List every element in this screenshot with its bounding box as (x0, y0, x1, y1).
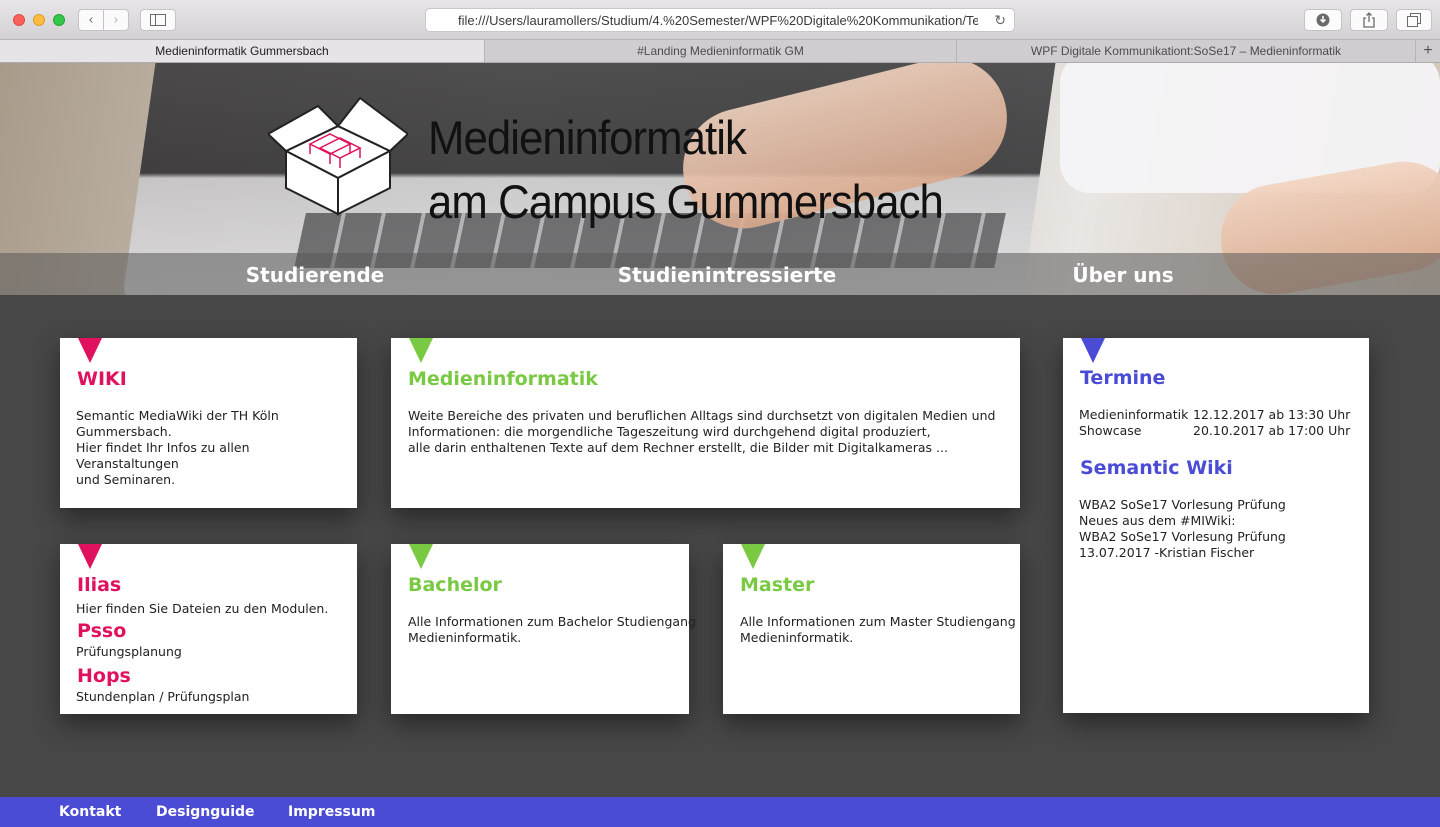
termine-row[interactable]: Showcase 20.10.2017 ab 17:00 Uhr (1079, 423, 1350, 439)
card-text-line: Neues aus dem #MIWiki: (1079, 513, 1236, 528)
sidebar-icon (150, 14, 166, 26)
box-logo-icon (268, 96, 408, 216)
card-marker-icon (78, 544, 102, 569)
tab-bar: Medieninformatik Gummersbach #Landing Me… (0, 40, 1440, 63)
site-title-line1: Medieninformatik (428, 111, 747, 164)
minimize-window-button[interactable] (33, 14, 45, 26)
psso-title[interactable]: Psso (77, 620, 126, 642)
tab-landing[interactable]: #Landing Medieninformatik GM (485, 40, 957, 62)
psso-text: Prüfungsplanung (76, 644, 182, 659)
card-marker-icon (409, 544, 433, 569)
nav-studienintressierte[interactable]: Studienintressierte (618, 263, 836, 287)
hops-title[interactable]: Hops (77, 665, 131, 687)
card-marker-icon (741, 544, 765, 569)
url-text: file:///Users/lauramollers/Studium/4.%20… (458, 12, 978, 28)
card-text-line: Weite Bereiche des privaten und beruflic… (408, 408, 996, 423)
zoom-window-button[interactable] (53, 14, 65, 26)
new-tab-button[interactable]: + (1416, 40, 1440, 62)
termine-name: Medieninformatik (1079, 407, 1189, 422)
card-title: Ilias (77, 574, 122, 596)
address-bar[interactable]: file:///Users/lauramollers/Studium/4.%20… (425, 8, 1015, 32)
site-title-line2: am Campus Gummersbach (428, 175, 944, 228)
card-text-line: WBA2 SoSe17 Vorlesung Prüfung (1079, 529, 1286, 544)
nav-ueber-uns[interactable]: Über uns (1072, 263, 1173, 287)
card-wiki[interactable]: WIKI Semantic MediaWiki der TH Köln Gumm… (60, 338, 357, 508)
termine-date: 12.12.2017 ab 13:30 Uhr (1193, 407, 1351, 422)
card-text-line: Medieninformatik. (408, 630, 522, 645)
footer-link-designguide[interactable]: Designguide (156, 804, 255, 820)
footer-link-impressum[interactable]: Impressum (288, 804, 375, 820)
downloads-button[interactable] (1304, 9, 1342, 31)
card-text-line: Informationen: die morgendliche Tageszei… (408, 424, 931, 439)
card-text: Alle Informationen zum Bachelor Studieng… (408, 614, 696, 646)
browser-toolbar: ‹ › file:///Users/lauramollers/Studium/4… (0, 0, 1440, 40)
card-text-line: 13.07.2017 -Kristian Fischer (1079, 545, 1255, 560)
card-title: WIKI (77, 368, 127, 390)
reload-icon[interactable]: ↻ (994, 12, 1006, 29)
download-icon (1316, 13, 1330, 27)
card-text-line: Semantic MediaWiki der TH Köln (76, 408, 279, 423)
tab-label: WPF Digitale Kommunikationt:SoSe17 – Med… (1030, 44, 1342, 58)
back-button[interactable]: ‹ (78, 9, 104, 31)
card-text: Hier finden Sie Dateien zu den Modulen. (76, 601, 329, 616)
card-text: Alle Informationen zum Master Studiengan… (740, 614, 1018, 646)
tab-wpf-digitale-kommunikation[interactable]: WPF Digitale Kommunikationt:SoSe17 – Med… (957, 40, 1416, 62)
tab-label: #Landing Medieninformatik GM (637, 44, 804, 58)
tab-label: Medieninformatik Gummersbach (155, 44, 329, 58)
card-text-line: Gummersbach. (76, 424, 172, 439)
footer-link-kontakt[interactable]: Kontakt (59, 804, 121, 820)
card-text: Semantic MediaWiki der TH Köln Gummersba… (76, 408, 351, 488)
termine-row[interactable]: Medieninformatik 12.12.2017 ab 13:30 Uhr (1079, 407, 1350, 423)
card-text-line: alle darin enthaltenen Texte auf dem Rec… (408, 440, 948, 455)
forward-button[interactable]: › (103, 9, 129, 31)
close-window-button[interactable] (13, 14, 25, 26)
footer: Kontakt Designguide Impressum (0, 797, 1440, 827)
share-button[interactable] (1350, 9, 1388, 31)
card-text-line: Medieninformatik. (740, 630, 854, 645)
termine-date: 20.10.2017 ab 17:00 Uhr (1193, 423, 1351, 438)
card-text-line: Alle Informationen zum Master Studiengan… (740, 614, 1016, 629)
chevron-left-icon: ‹ (88, 12, 94, 28)
tabs-overview-icon (1407, 13, 1421, 27)
card-marker-icon (78, 338, 102, 363)
hops-text: Stundenplan / Prüfungsplan (76, 689, 250, 704)
card-text-line: Alle Informationen zum Bachelor Studieng… (408, 614, 696, 629)
nav-studierende[interactable]: Studierende (246, 263, 385, 287)
card-marker-icon (409, 338, 433, 363)
chevron-right-icon: › (113, 12, 119, 28)
card-marker-icon (1081, 338, 1105, 363)
card-title: Medieninformatik (408, 368, 598, 390)
card-master[interactable]: Master Alle Informationen zum Master Stu… (723, 544, 1020, 714)
share-icon (1363, 12, 1375, 28)
sidebar-toggle-button[interactable] (140, 9, 176, 31)
card-bachelor[interactable]: Bachelor Alle Informationen zum Bachelor… (391, 544, 696, 714)
card-medieninformatik[interactable]: Medieninformatik Weite Bereiche des priv… (391, 338, 1020, 508)
card-text-line: WBA2 SoSe17 Vorlesung Prüfung (1079, 497, 1286, 512)
plus-icon: + (1423, 42, 1433, 59)
card-text-line: Hier findet Ihr Infos zu allen Veranstal… (76, 440, 250, 471)
card-text: Weite Bereiche des privaten und beruflic… (408, 408, 1013, 456)
card-text-line: und Seminaren. (76, 472, 176, 487)
main-navigation: Studierende Studienintressierte Über uns (0, 253, 1440, 295)
termine-name: Showcase (1079, 423, 1142, 438)
card-ilias[interactable]: Ilias Hier finden Sie Dateien zu den Mod… (60, 544, 357, 714)
card-termine[interactable]: Termine Medieninformatik 12.12.2017 ab 13… (1063, 338, 1369, 713)
semantic-wiki-title: Semantic Wiki (1080, 457, 1233, 479)
card-title: Termine (1080, 367, 1166, 389)
card-title: Bachelor (408, 574, 502, 596)
site-title: Medieninformatik am Campus Gummersbach (428, 106, 944, 234)
semantic-wiki-text: WBA2 SoSe17 Vorlesung Prüfung Neues aus … (1079, 497, 1359, 561)
card-title: Master (740, 574, 815, 596)
tab-medieninformatik-gummersbach[interactable]: Medieninformatik Gummersbach (0, 40, 485, 62)
show-tabs-button[interactable] (1396, 9, 1432, 31)
